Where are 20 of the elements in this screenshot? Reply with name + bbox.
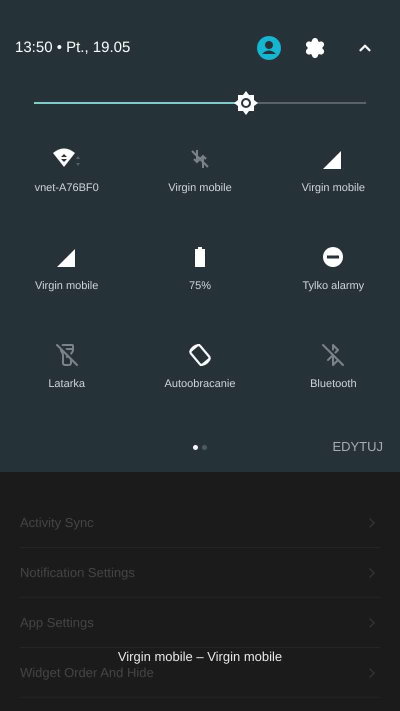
tile-label[interactable]: Virgin mobile (168, 180, 232, 196)
edit-button[interactable]: EDYTUJ (332, 437, 383, 457)
settings-icon[interactable] (304, 37, 326, 59)
brightness-thumb-icon[interactable] (233, 90, 260, 116)
do-not-disturb-icon (321, 245, 346, 269)
brightness-slider[interactable] (34, 91, 366, 115)
toast-message: Virgin mobile – Virgin mobile (118, 649, 282, 664)
tile-label[interactable]: Bluetooth (310, 376, 357, 392)
tile-label[interactable]: Autoobracanie (164, 376, 236, 392)
user-avatar-icon[interactable] (257, 36, 281, 60)
tile-label[interactable]: Tylko alarmy (302, 278, 364, 294)
tile-label[interactable]: Virgin mobile (34, 278, 98, 294)
flashlight-off-icon (54, 343, 79, 367)
time-date: 13:50 • Pt., 19.05 (15, 38, 132, 58)
tile-label[interactable]: 75% (188, 278, 211, 294)
tile-label[interactable]: Virgin mobile (302, 180, 366, 196)
tile-label[interactable]: Latarka (48, 376, 86, 392)
tile-label[interactable]: vnet-A76BF0 (34, 180, 99, 196)
rotate-icon (186, 342, 213, 368)
bluetooth-off-icon (321, 343, 346, 367)
